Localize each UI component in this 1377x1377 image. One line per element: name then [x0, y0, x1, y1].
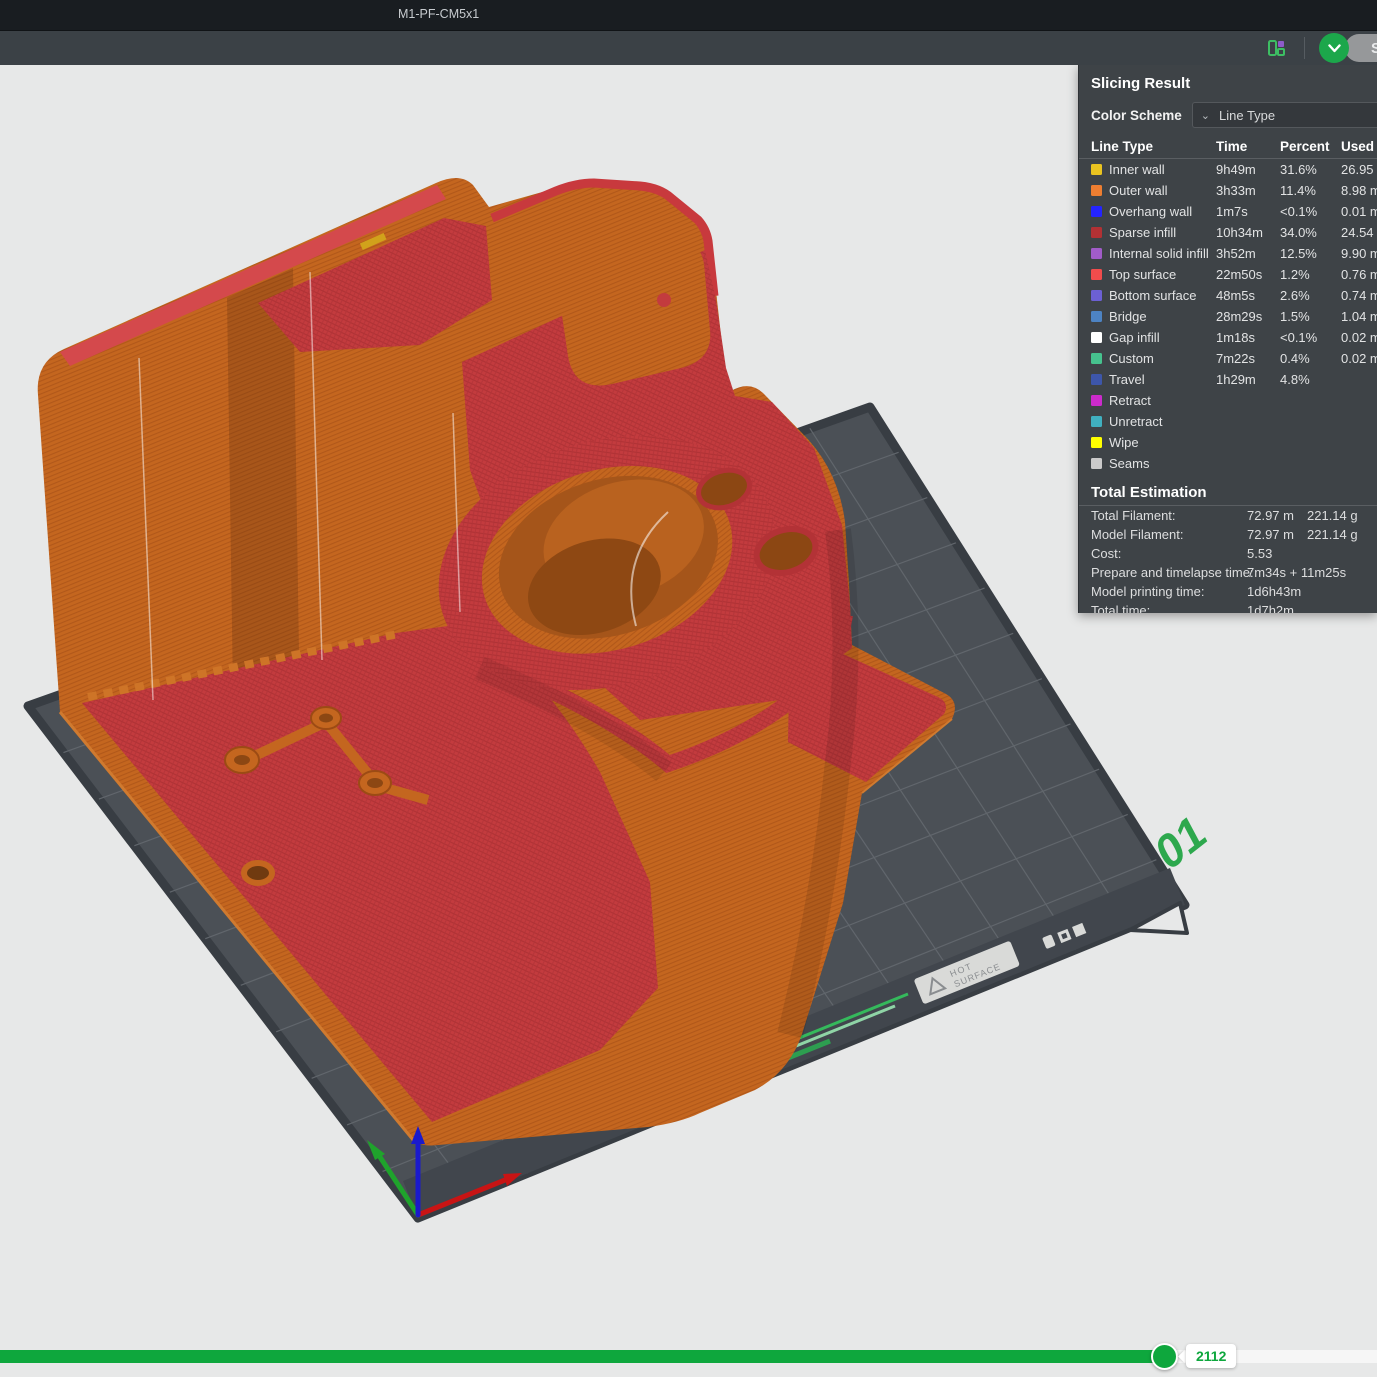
line-type-row: Internal solid infill 3h52m12.5%9.90 m: [1079, 243, 1377, 264]
toolbar-divider: [1304, 37, 1305, 59]
estimation-row: Prepare and timelapse time:7m34s + 11m25…: [1079, 563, 1377, 582]
total-estimation-title: Total Estimation: [1079, 484, 1377, 501]
estimation-row: Model printing time:1d6h43m: [1079, 582, 1377, 601]
estimation-row: Model Filament:72.97 m221.14 g: [1079, 525, 1377, 544]
estimation-row: Total time:1d7h2m: [1079, 601, 1377, 613]
panel-title: Slicing Result: [1079, 65, 1377, 100]
estimation-row: Total Filament:72.97 m221.14 g: [1079, 506, 1377, 525]
color-swatch: [1091, 185, 1102, 196]
window-title: M1-PF-CM5x1: [398, 7, 479, 21]
color-swatch: [1091, 206, 1102, 217]
toolbar: S: [0, 31, 1377, 65]
arrange-plate-button[interactable]: [1264, 36, 1288, 60]
slider-fill: [0, 1350, 1164, 1363]
line-type-row: Outer wall 3h33m11.4%8.98 m: [1079, 180, 1377, 201]
line-type-header: Line Type Time Percent Used filament: [1079, 134, 1377, 158]
color-swatch: [1091, 269, 1102, 280]
line-type-row: Sparse infill 10h34m34.0%24.54 m: [1079, 222, 1377, 243]
arrange-plate-icon: [1266, 38, 1286, 58]
color-swatch: [1091, 332, 1102, 343]
slicing-result-panel: Slicing Result Color Scheme ⌄ Line Type …: [1078, 65, 1377, 613]
line-type-row: Inner wall 9h49m31.6%26.95 m: [1079, 159, 1377, 180]
toolpath-position-slider[interactable]: 2112: [0, 1350, 1377, 1363]
color-swatch: [1091, 437, 1102, 448]
color-swatch: [1091, 227, 1102, 238]
line-type-row: Top surface 22m50s1.2%0.76 m: [1079, 264, 1377, 285]
title-bar: M1-PF-CM5x1: [0, 0, 1377, 31]
line-type-row: Gap infill 1m18s<0.1%0.02 m: [1079, 327, 1377, 348]
color-swatch: [1091, 248, 1102, 259]
line-type-row: Wipe: [1079, 432, 1377, 453]
island-hole: [657, 293, 671, 307]
line-type-row: Bottom surface 48m5s2.6%0.74 m: [1079, 285, 1377, 306]
line-type-row: Overhang wall 1m7s<0.1%0.01 m: [1079, 201, 1377, 222]
slice-button[interactable]: S: [1345, 34, 1377, 62]
color-swatch: [1091, 416, 1102, 427]
color-swatch: [1091, 311, 1102, 322]
line-type-row: Custom 7m22s0.4%0.02 m: [1079, 348, 1377, 369]
slice-button-label: S: [1371, 40, 1377, 57]
slider-value-badge: 2112: [1186, 1344, 1236, 1368]
line-type-row: Bridge 28m29s1.5%1.04 m: [1079, 306, 1377, 327]
color-swatch: [1091, 290, 1102, 301]
color-swatch: [1091, 374, 1102, 385]
slider-handle[interactable]: [1151, 1343, 1178, 1370]
color-swatch: [1091, 458, 1102, 469]
color-scheme-value: Line Type: [1219, 108, 1275, 123]
estimation-row: Cost:5.53: [1079, 544, 1377, 563]
island-boss: [560, 241, 711, 385]
line-type-row: Travel 1h29m4.8%: [1079, 369, 1377, 390]
color-swatch: [1091, 395, 1102, 406]
color-swatch: [1091, 164, 1102, 175]
chevron-down-icon: [1328, 44, 1341, 53]
line-type-row: Retract: [1079, 390, 1377, 411]
color-scheme-label: Color Scheme: [1091, 108, 1182, 123]
line-type-row: Unretract: [1079, 411, 1377, 432]
color-swatch: [1091, 353, 1102, 364]
line-type-row: Seams: [1079, 453, 1377, 474]
chevron-down-icon: ⌄: [1201, 109, 1210, 122]
color-scheme-dropdown[interactable]: ⌄ Line Type: [1192, 102, 1377, 128]
slice-dropdown-button[interactable]: [1319, 33, 1349, 63]
